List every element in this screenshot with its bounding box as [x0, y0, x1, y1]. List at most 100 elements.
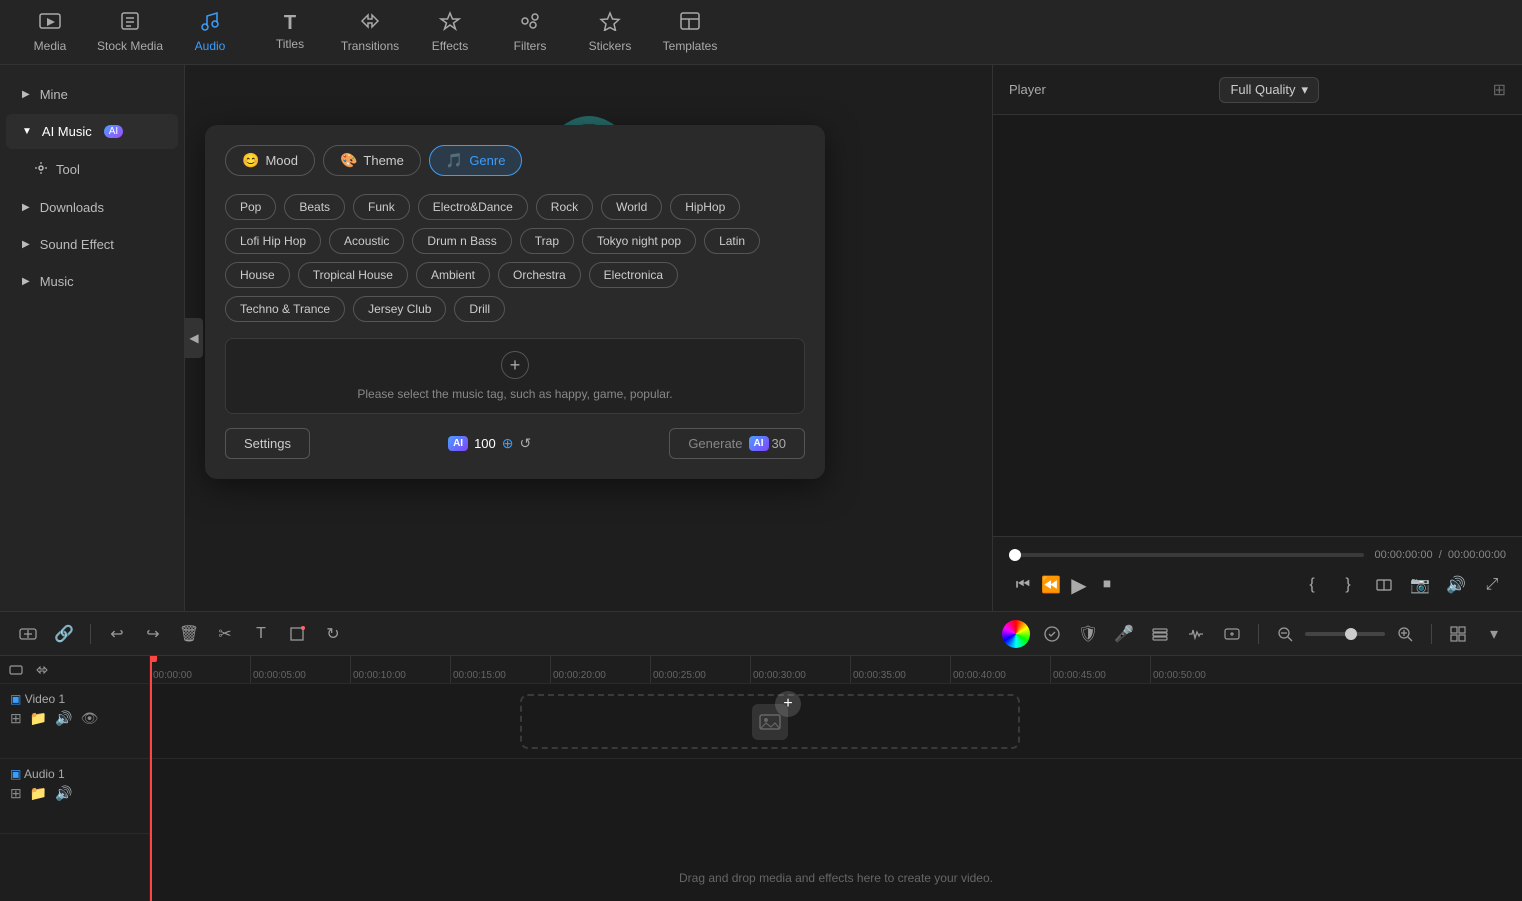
- more-options-button[interactable]: ▾: [1478, 618, 1510, 650]
- zoom-thumb[interactable]: [1345, 628, 1357, 640]
- sidebar-item-tool[interactable]: Tool: [6, 151, 178, 188]
- nav-templates[interactable]: Templates: [650, 0, 730, 65]
- snapshot-button[interactable]: 📷: [1406, 571, 1434, 599]
- ai-music-panel: 😊 Mood 🎨 Theme 🎵 Genre Pop Beats Funk Elect…: [205, 125, 825, 479]
- playhead-handle[interactable]: [150, 656, 157, 662]
- layers-button[interactable]: [1144, 618, 1176, 650]
- genre-tag-tokyo-night-pop[interactable]: Tokyo night pop: [582, 228, 696, 254]
- genre-tag-pop[interactable]: Pop: [225, 194, 276, 220]
- redo-button[interactable]: ↪: [137, 618, 169, 650]
- video-track-volume-icon[interactable]: 🔊: [55, 710, 72, 727]
- genre-tag-acoustic[interactable]: Acoustic: [329, 228, 404, 254]
- genre-tag-funk[interactable]: Funk: [353, 194, 410, 220]
- beat-button[interactable]: [1180, 618, 1212, 650]
- genre-tag-techno-trance[interactable]: Techno & Trance: [225, 296, 345, 322]
- play-button[interactable]: ▶: [1065, 571, 1093, 599]
- sidebar-item-mine[interactable]: ▶ Mine: [6, 77, 178, 112]
- rewind-button[interactable]: ⏪: [1037, 571, 1065, 599]
- magic-button[interactable]: [1036, 618, 1068, 650]
- sidebar-item-downloads[interactable]: ▶ Downloads: [6, 190, 178, 225]
- progress-thumb[interactable]: [1009, 549, 1021, 561]
- add-credits-button[interactable]: ⊕: [502, 435, 514, 452]
- sidebar-item-ai-music[interactable]: ▼ AI Music AI: [6, 114, 178, 149]
- genre-tag-drill[interactable]: Drill: [454, 296, 505, 322]
- genre-tag-jersey-club[interactable]: Jersey Club: [353, 296, 446, 322]
- color-wheel-button[interactable]: [1000, 618, 1032, 650]
- cut-button[interactable]: ✂: [209, 618, 241, 650]
- nav-effects[interactable]: Effects: [410, 0, 490, 65]
- genre-tag-trap[interactable]: Trap: [520, 228, 574, 254]
- theme-tab[interactable]: 🎨 Theme: [323, 145, 421, 176]
- video-track-folder-icon[interactable]: 📁: [30, 710, 47, 727]
- add-media-button[interactable]: +: [775, 691, 801, 717]
- quality-chevron-icon: ▾: [1301, 82, 1308, 98]
- pause-button[interactable]: ⏹: [1093, 571, 1121, 599]
- link-button[interactable]: 🔗: [48, 618, 80, 650]
- audio-track-folder-icon[interactable]: 📁: [30, 785, 47, 802]
- player-expand-icon[interactable]: ⊞: [1493, 80, 1506, 100]
- genre-tag-latin[interactable]: Latin: [704, 228, 760, 254]
- crop-button[interactable]: [281, 618, 313, 650]
- genre-tag-tropical-house[interactable]: Tropical House: [298, 262, 408, 288]
- sidebar-collapse-button[interactable]: ◀: [185, 318, 203, 358]
- genre-tag-ambient[interactable]: Ambient: [416, 262, 490, 288]
- add-tag-button[interactable]: +: [501, 351, 529, 379]
- nav-transitions[interactable]: Transitions: [330, 0, 410, 65]
- volume-button[interactable]: 🔊: [1442, 571, 1470, 599]
- music-caret: ▶: [22, 276, 30, 287]
- genre-tag-orchestra[interactable]: Orchestra: [498, 262, 581, 288]
- grid-view-button[interactable]: [1442, 618, 1474, 650]
- drop-hint-text: Drag and drop media and effects here to …: [679, 871, 993, 885]
- refresh-button[interactable]: ↺: [520, 435, 532, 452]
- split-button[interactable]: [1370, 571, 1398, 599]
- genre-tag-lofi-hip-hop[interactable]: Lofi Hip Hop: [225, 228, 321, 254]
- nav-stickers[interactable]: Stickers: [570, 0, 650, 65]
- insert-button[interactable]: [1216, 618, 1248, 650]
- undo-button[interactable]: ↩: [101, 618, 133, 650]
- progress-track[interactable]: [1009, 553, 1364, 557]
- genre-tag-electronica[interactable]: Electronica: [589, 262, 678, 288]
- zoom-track[interactable]: [1305, 632, 1385, 636]
- genre-tag-house[interactable]: House: [225, 262, 290, 288]
- add-track-small-button[interactable]: [6, 660, 26, 680]
- genre-tag-world[interactable]: World: [601, 194, 662, 220]
- rotate-button[interactable]: ↻: [317, 618, 349, 650]
- zoom-out-button[interactable]: [1269, 618, 1301, 650]
- genre-tag-rock[interactable]: Rock: [536, 194, 593, 220]
- audio-track-add-icon[interactable]: ⊞: [10, 785, 22, 802]
- genre-tag-beats[interactable]: Beats: [284, 194, 345, 220]
- nav-stock-media[interactable]: Stock Media: [90, 0, 170, 65]
- genre-tag-electro-dance[interactable]: Electro&Dance: [418, 194, 528, 220]
- genre-tag-hiphop[interactable]: HipHop: [670, 194, 740, 220]
- mic-button[interactable]: 🎤: [1108, 618, 1140, 650]
- nav-titles[interactable]: T Titles: [250, 0, 330, 65]
- sidebar-item-sound-effect[interactable]: ▶ Sound Effect: [6, 227, 178, 262]
- mark-out-button[interactable]: }: [1334, 571, 1362, 599]
- audio-track-volume-icon[interactable]: 🔊: [55, 785, 72, 802]
- nav-filters[interactable]: Filters: [490, 0, 570, 65]
- shield-button[interactable]: 🛡: [1072, 618, 1104, 650]
- nav-media[interactable]: Media: [10, 0, 90, 65]
- add-track-button[interactable]: [12, 618, 44, 650]
- playhead[interactable]: [150, 656, 152, 901]
- mood-tab[interactable]: 😊 Mood: [225, 145, 315, 176]
- genre-tag-drum-n-bass[interactable]: Drum n Bass: [412, 228, 511, 254]
- genre-tab[interactable]: 🎵 Genre: [429, 145, 523, 176]
- zoom-in-button[interactable]: [1389, 618, 1421, 650]
- generate-button[interactable]: Generate AI 30: [669, 428, 805, 459]
- nav-stickers-label: Stickers: [589, 39, 632, 53]
- settings-button[interactable]: Settings: [225, 428, 310, 459]
- nav-audio[interactable]: Audio: [170, 0, 250, 65]
- mark-in-button[interactable]: {: [1298, 571, 1326, 599]
- video-drop-zone[interactable]: +: [520, 694, 1020, 749]
- player-area: Player Full Quality ▾ ⊞ 00:00:00:00 / 00…: [992, 65, 1522, 611]
- video-track-add-icon[interactable]: ⊞: [10, 710, 22, 727]
- skip-back-button[interactable]: ⏮: [1009, 571, 1037, 599]
- fullscreen-button[interactable]: ⤢: [1478, 571, 1506, 599]
- delete-button[interactable]: 🗑: [173, 618, 205, 650]
- text-tool-button[interactable]: T: [245, 618, 277, 650]
- video-track-visibility-icon[interactable]: 👁: [81, 710, 99, 727]
- sidebar-item-music[interactable]: ▶ Music: [6, 264, 178, 299]
- snap-button[interactable]: [32, 660, 52, 680]
- quality-select[interactable]: Full Quality ▾: [1219, 77, 1319, 103]
